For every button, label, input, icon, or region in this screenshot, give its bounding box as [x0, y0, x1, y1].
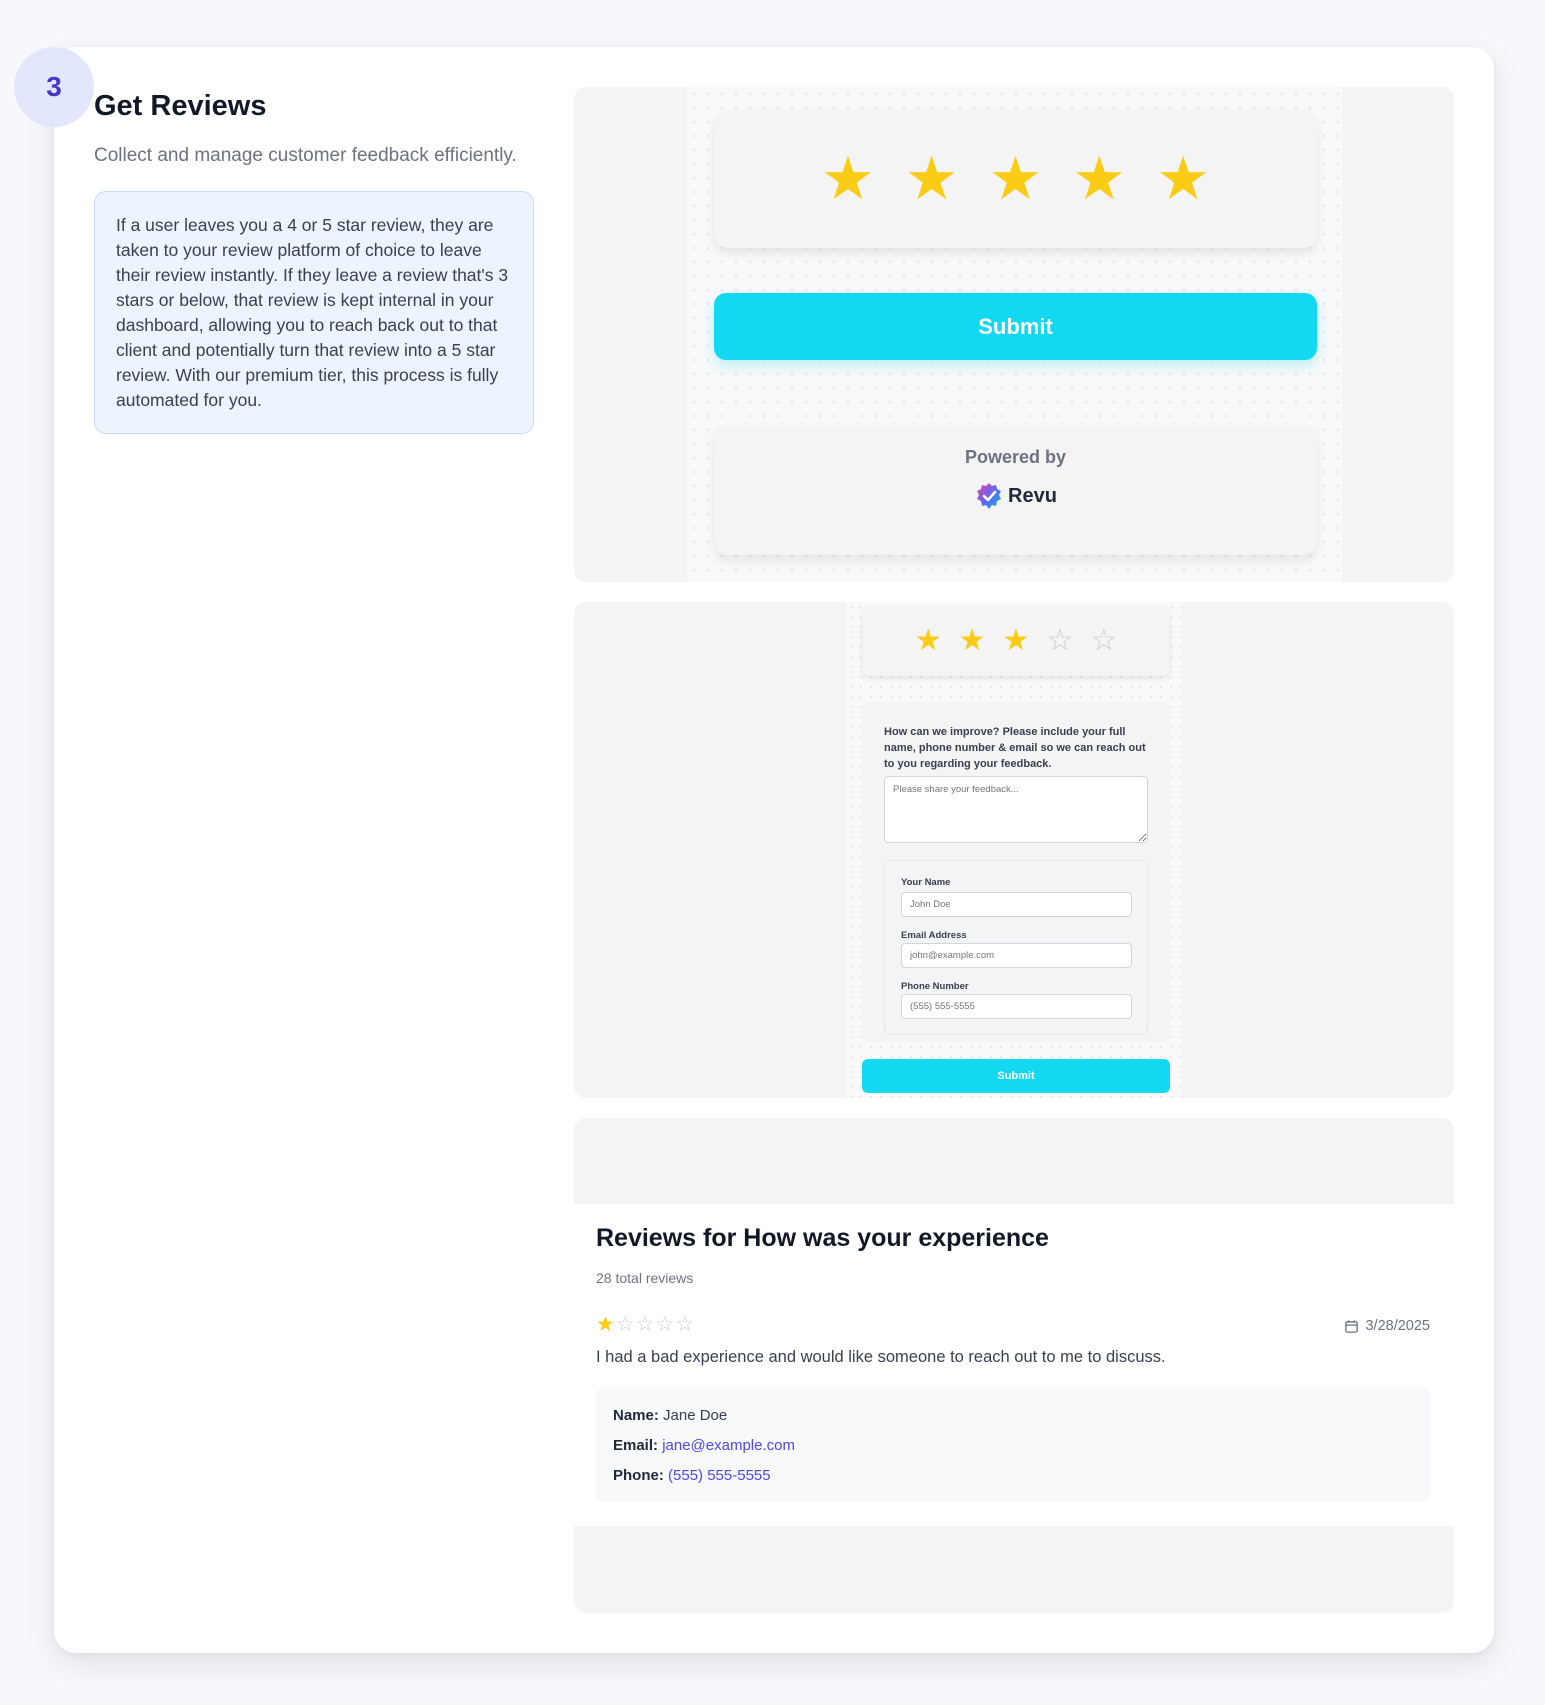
reviews-list: Reviews for How was your experience 28 t… — [574, 1204, 1454, 1526]
name-label: Your Name — [901, 877, 951, 888]
star-icon[interactable]: ★ — [1003, 626, 1030, 656]
reviewer-name-row: Name: Jane Doe — [613, 1401, 1414, 1431]
reviewer-email-row: Email: jane@example.com — [613, 1431, 1414, 1461]
reviewer-phone-row: Phone: (555) 555-5555 — [613, 1461, 1414, 1491]
star-icon[interactable]: ★ — [821, 148, 875, 209]
reviewer-contact-details: Name: Jane Doe Email: jane@example.com P… — [596, 1387, 1431, 1502]
reviewer-phone-label: Phone: — [613, 1467, 664, 1484]
positive-review-widget: ★ ★ ★ ★ ★ Submit Powered by Revu — [687, 87, 1342, 582]
reviewer-email-label: Email: — [613, 1437, 659, 1454]
star-icon[interactable]: ★ — [989, 148, 1043, 209]
revu-logo: Revu — [974, 481, 1057, 511]
reviewer-name-label: Name: — [613, 1407, 659, 1424]
star-outline-icon[interactable]: ☆ — [1046, 626, 1073, 656]
reviews-count: 28 total reviews — [596, 1270, 694, 1286]
revu-logo-icon — [977, 483, 1002, 509]
contact-fields: Your Name Email Address Phone Number — [884, 860, 1148, 1035]
powered-by-label: Powered by — [964, 447, 1067, 467]
phone-input[interactable] — [901, 994, 1132, 1019]
feedback-form: How can we improve? Please include your … — [862, 702, 1170, 1042]
star-icon[interactable]: ★ — [1156, 148, 1210, 209]
star-outline-icon: ☆ — [615, 1313, 635, 1336]
review-date: 3/28/2025 — [1344, 1318, 1430, 1334]
negative-review-preview: ★ ★ ★ ☆ ☆ How can we improve? Please inc… — [574, 602, 1454, 1098]
star-outline-icon: ☆ — [635, 1313, 655, 1336]
star-outline-icon[interactable]: ☆ — [1090, 626, 1117, 656]
star-icon: ★ — [596, 1313, 615, 1336]
step-number-badge: 3 — [14, 47, 94, 127]
positive-review-preview: ★ ★ ★ ★ ★ Submit Powered by Revu — [574, 87, 1454, 582]
feedback-question: How can we improve? Please include your … — [884, 726, 1146, 770]
reviews-title: Reviews for How was your experience — [596, 1224, 1049, 1252]
submit-button[interactable]: Submit — [714, 293, 1317, 360]
feedback-textarea[interactable] — [884, 776, 1148, 843]
star-icon[interactable]: ★ — [905, 148, 959, 209]
reviewer-email-link[interactable]: jane@example.com — [662, 1437, 795, 1454]
star-icon[interactable]: ★ — [1072, 148, 1126, 209]
star-icon[interactable]: ★ — [915, 626, 942, 656]
feedback-widget: ★ ★ ★ ☆ ☆ How can we improve? Please inc… — [846, 602, 1182, 1098]
powered-by-card: Powered by Revu — [714, 425, 1317, 555]
section-title: Get Reviews — [94, 90, 267, 122]
calendar-icon — [1345, 1319, 1359, 1333]
feedback-submit-button[interactable]: Submit — [862, 1059, 1170, 1093]
info-box: If a user leaves you a 4 or 5 star revie… — [94, 191, 534, 434]
review-rating: ★ ☆ ☆ ☆ ☆ — [596, 1314, 694, 1335]
review-date-text: 3/28/2025 — [1365, 1318, 1430, 1334]
reviewer-name: Jane Doe — [663, 1407, 728, 1424]
star-rating-large: ★ ★ ★ ★ ★ — [714, 109, 1317, 248]
star-outline-icon: ☆ — [655, 1313, 675, 1336]
reviews-dashboard-preview: Reviews for How was your experience 28 t… — [574, 1118, 1454, 1613]
phone-label: Phone Number — [901, 981, 969, 992]
email-input[interactable] — [901, 943, 1132, 968]
star-outline-icon: ☆ — [675, 1313, 695, 1336]
review-text: I had a bad experience and would like so… — [596, 1348, 1166, 1366]
name-input[interactable] — [901, 892, 1132, 917]
brand-name: Revu — [1008, 484, 1057, 507]
email-label: Email Address — [901, 930, 967, 941]
section-subtitle: Collect and manage customer feedback eff… — [94, 145, 517, 166]
star-rating-small: ★ ★ ★ ☆ ☆ — [862, 606, 1170, 676]
reviewer-phone-link[interactable]: (555) 555-5555 — [668, 1467, 771, 1484]
section-intro: Get Reviews Collect and manage customer … — [94, 90, 534, 434]
star-icon[interactable]: ★ — [959, 626, 986, 656]
